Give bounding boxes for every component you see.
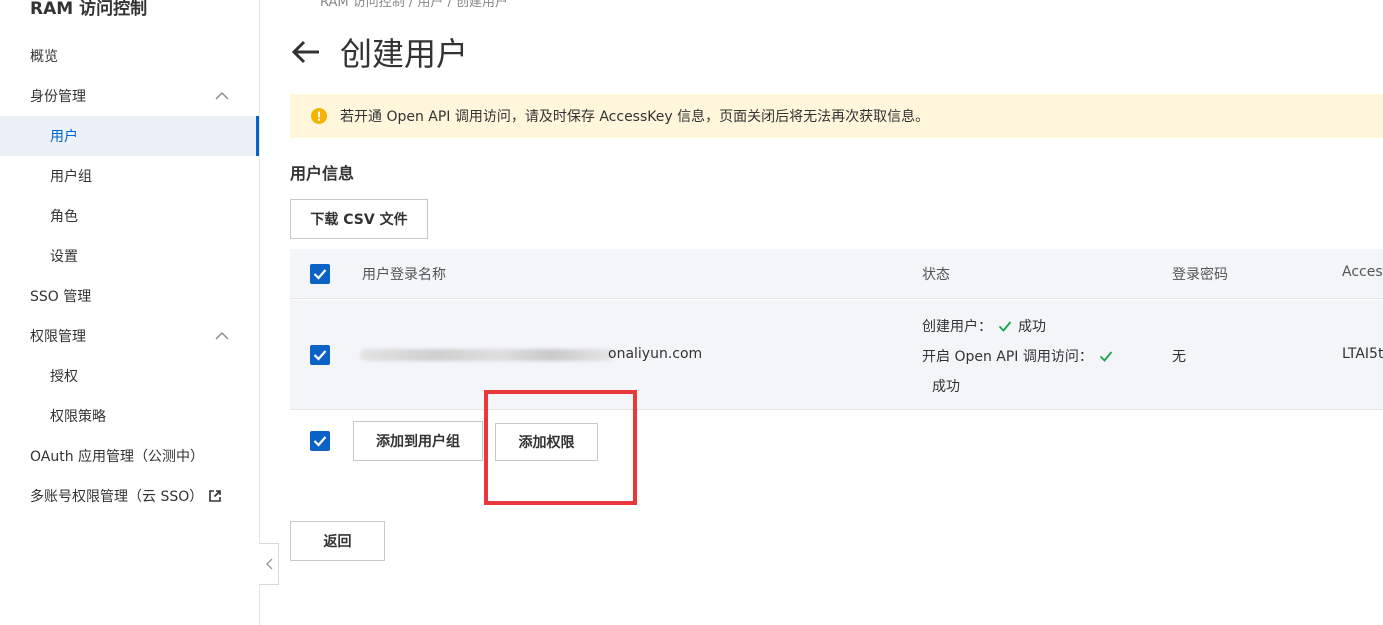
column-header-status: 状态 <box>922 267 950 283</box>
sidebar-title: RAM 访问控制 <box>30 0 148 19</box>
sidebar-item-identity[interactable]: 身份管理 <box>0 76 259 116</box>
sidebar-item-permissions[interactable]: 权限管理 <box>0 316 259 356</box>
login-name-suffix: onaliyun.com <box>608 346 703 362</box>
sidebar-item-label: 身份管理 <box>30 89 86 105</box>
chevron-up-icon <box>215 332 229 340</box>
row-checkbox[interactable] <box>310 345 330 365</box>
main-content: RAM 访问控制 / 用户 / 创建用户 创建用户 若开通 Open API 调… <box>290 0 1383 625</box>
select-all-checkbox[interactable] <box>310 264 330 284</box>
status-create-label: 创建用户： <box>922 319 992 335</box>
section-title: 用户信息 <box>290 164 355 183</box>
sidebar-item-settings[interactable]: 设置 <box>0 236 259 276</box>
sidebar-item-users[interactable]: 用户 <box>0 116 259 156</box>
column-header-accesskey: Access <box>1342 264 1383 280</box>
success-check-icon <box>1099 351 1113 362</box>
sidebar-collapse-button[interactable] <box>259 543 279 585</box>
warning-icon <box>311 108 327 124</box>
sidebar-item-label: 多账号权限管理（云 SSO） <box>30 489 204 505</box>
password-value: 无 <box>1172 349 1186 365</box>
status-open-api: 开启 Open API 调用访问： <box>922 346 1119 366</box>
checkmark-icon <box>313 350 327 361</box>
add-to-group-button[interactable]: 添加到用户组 <box>353 421 483 461</box>
add-permission-button[interactable]: 添加权限 <box>495 423 598 461</box>
sidebar-item-policies[interactable]: 权限策略 <box>0 396 259 436</box>
status-create-value: 成功 <box>1018 319 1046 335</box>
chevron-left-icon <box>265 558 272 570</box>
sidebar-item-label: 权限策略 <box>50 409 106 425</box>
sidebar-item-roles[interactable]: 角色 <box>0 196 259 236</box>
sidebar-item-label: 授权 <box>50 369 78 385</box>
status-api-label: 开启 Open API 调用访问： <box>922 349 1093 365</box>
success-check-icon <box>998 321 1012 332</box>
sidebar-item-oauth[interactable]: OAuth 应用管理（公测中） <box>0 436 259 476</box>
sidebar-item-label: 权限管理 <box>30 329 86 345</box>
checkmark-icon <box>313 436 327 447</box>
sidebar-item-label: 用户 <box>50 129 78 145</box>
column-header-password: 登录密码 <box>1172 267 1228 283</box>
sidebar-item-label: 用户组 <box>50 169 92 185</box>
download-csv-button[interactable]: 下载 CSV 文件 <box>290 199 428 239</box>
back-button[interactable]: 返回 <box>290 521 385 561</box>
breadcrumb: RAM 访问控制 / 用户 / 创建用户 <box>320 0 509 10</box>
status-create-user: 创建用户： 成功 <box>922 316 1046 336</box>
sidebar: RAM 访问控制 概览 身份管理 用户 用户组 角色 设置 SSO 管理 权限管… <box>0 0 260 625</box>
sidebar-item-label: OAuth 应用管理（公测中） <box>30 449 205 465</box>
table-header: 用户登录名称 状态 登录密码 Access <box>290 249 1383 299</box>
page-header: 创建用户 <box>290 30 468 74</box>
notice-text: 若开通 Open API 调用访问，请及时保存 AccessKey 信息，页面关… <box>340 109 930 125</box>
sidebar-item-label: 角色 <box>50 209 78 225</box>
sidebar-item-cloud-sso-wrap: 多账号权限管理（云 SSO） <box>30 486 222 506</box>
page-title: 创建用户 <box>340 35 469 73</box>
sidebar-item-cloud-sso[interactable]: 多账号权限管理（云 SSO） <box>0 476 259 516</box>
sidebar-item-sso[interactable]: SSO 管理 <box>0 276 259 316</box>
accesskey-value: LTAI5t <box>1342 346 1383 362</box>
sidebar-item-user-groups[interactable]: 用户组 <box>0 156 259 196</box>
table-row: onaliyun.com 创建用户： 成功 开启 Open API 调用访问： 成… <box>290 300 1383 410</box>
external-link-icon <box>209 490 222 502</box>
sidebar-item-label: SSO 管理 <box>30 289 92 305</box>
sidebar-item-label: 概览 <box>30 49 58 65</box>
bulk-select-checkbox[interactable] <box>310 431 330 451</box>
sidebar-item-label: 设置 <box>50 249 78 265</box>
checkmark-icon <box>313 269 327 280</box>
redacted-login-name <box>360 349 615 361</box>
sidebar-item-overview[interactable]: 概览 <box>0 36 259 76</box>
column-header-login-name: 用户登录名称 <box>362 267 446 283</box>
arrow-left-icon[interactable] <box>290 36 322 68</box>
sidebar-item-grants[interactable]: 授权 <box>0 356 259 396</box>
status-api-value: 成功 <box>932 379 960 395</box>
notice-banner: 若开通 Open API 调用访问，请及时保存 AccessKey 信息，页面关… <box>290 94 1383 138</box>
chevron-up-icon <box>215 92 229 100</box>
